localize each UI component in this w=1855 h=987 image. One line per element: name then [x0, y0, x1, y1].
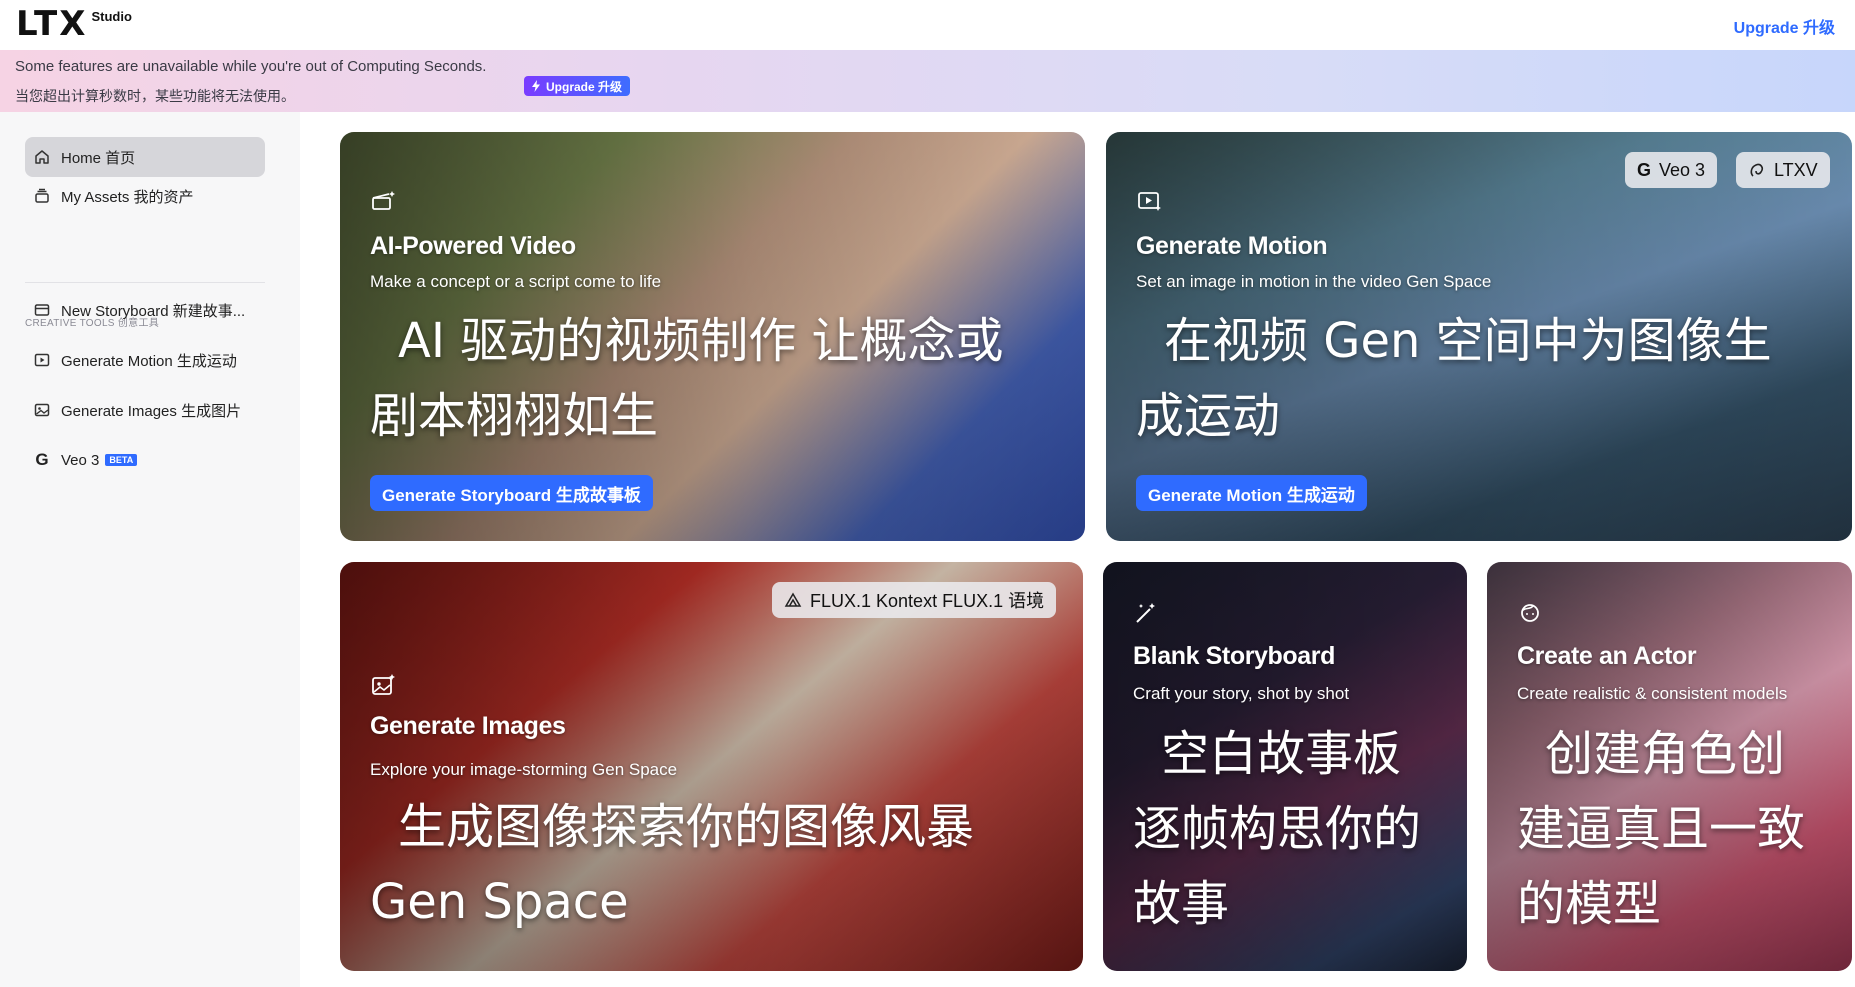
sidebar-item-veo-3[interactable]: G Veo 3 BETA [25, 440, 265, 480]
card-subtitle: Set an image in motion in the video Gen … [1136, 272, 1492, 291]
card-translation: 生成图像探索你的图像风暴 Gen Space [370, 799, 975, 930]
image-sparkle-icon [370, 672, 396, 698]
top-bar: LTX Studio Upgrade 升级 [0, 0, 1855, 50]
card-title: Generate Motion [1136, 232, 1328, 260]
card-title: Create an Actor [1517, 642, 1697, 670]
sidebar-item-generate-motion[interactable]: Generate Motion 生成运动 [25, 340, 265, 380]
card-subtitle: Explore your image-storming Gen Space [370, 760, 678, 779]
sidebar-item-home[interactable]: Home 首页 [25, 137, 265, 177]
banner-message-zh: 当您超出计算秒数时，某些功能将无法使用。 [15, 88, 295, 104]
sidebar-item-my-assets[interactable]: My Assets 我的资产 [25, 176, 265, 216]
logo-subtext: Studio [91, 9, 132, 24]
video-sparkle-icon [1136, 188, 1162, 214]
flux-kontext-chip[interactable]: FLUX.1 Kontext FLUX.1 语境 [772, 582, 1057, 618]
chip-label: FLUX.1 Kontext FLUX.1 语境 [810, 591, 1045, 611]
ltx-studio-logo[interactable]: LTX Studio [16, 6, 132, 42]
card-subtitle: Craft your story, shot by shot [1133, 684, 1350, 703]
card-subtitle: Create realistic & consistent models [1517, 684, 1788, 703]
flux-icon [784, 592, 802, 607]
ltxv-chip[interactable]: LTXV [1736, 152, 1830, 188]
banner-upgrade-button[interactable]: Upgrade 升级 [524, 76, 631, 96]
sidebar: Home 首页 My Assets 我的资产 CREATIVE TOOLS 创意… [0, 112, 300, 987]
card-blank-storyboard[interactable]: Blank Storyboard Craft your story, shot … [1103, 562, 1467, 971]
card-translation: 在视频 Gen 空间中为图像生成运动 [1136, 313, 1772, 444]
card-title: AI-Powered Video [370, 232, 576, 260]
card-translation: 创建角色创建逼真且一致的模型 [1517, 726, 1806, 932]
chip-label: LTXV [1774, 159, 1818, 180]
generate-motion-button[interactable]: Generate Motion 生成运动 [1136, 475, 1367, 511]
chip-label: Veo 3 [1659, 159, 1706, 180]
sidebar-item-label: New Storyboard 新建故事... [61, 302, 246, 320]
sidebar-item-label: Veo 3 [61, 451, 100, 469]
sidebar-item-label: Generate Motion 生成运动 [61, 352, 237, 370]
card-title: Generate Images [370, 712, 566, 740]
assets-icon [33, 187, 51, 205]
veo-3-chip[interactable]: G Veo 3 [1625, 152, 1718, 188]
motion-icon [33, 351, 51, 369]
sidebar-item-generate-images[interactable]: Generate Images 生成图片 [25, 390, 265, 430]
google-icon: G [1637, 159, 1652, 180]
beta-badge: BETA [105, 454, 138, 466]
card-create-actor[interactable]: Create an Actor Create realistic & consi… [1487, 562, 1852, 971]
card-title: Blank Storyboard [1133, 642, 1335, 670]
card-translation: 空白故事板逐帧构思你的故事 [1133, 726, 1422, 932]
header-upgrade-link[interactable]: Upgrade 升级 [1734, 14, 1835, 38]
sidebar-item-label: Home 首页 [61, 149, 136, 167]
sidebar-item-label: My Assets 我的资产 [61, 188, 194, 206]
lightning-icon [532, 80, 540, 92]
storyboard-icon [33, 301, 51, 319]
card-subtitle: Make a concept or a script come to life [370, 272, 662, 291]
magic-wand-icon [1133, 600, 1159, 626]
banner-message-en: Some features are unavailable while you'… [15, 58, 487, 75]
google-icon: G [35, 450, 49, 469]
card-ai-powered-video[interactable]: AI-Powered Video Make a concept or a scr… [340, 132, 1085, 541]
logo-text: LTX [16, 4, 88, 44]
sidebar-item-label: Generate Images 生成图片 [61, 402, 242, 420]
home-icon [33, 148, 51, 166]
card-generate-images[interactable]: FLUX.1 Kontext FLUX.1 语境 Generate Images… [340, 562, 1083, 971]
card-generate-motion[interactable]: G Veo 3 LTXV Generate Motion Set an imag… [1106, 132, 1852, 541]
clapperboard-sparkle-icon [370, 188, 396, 214]
generate-storyboard-button[interactable]: Generate Storyboard 生成故事板 [370, 475, 653, 511]
actor-face-icon [1517, 600, 1543, 626]
card-translation: AI 驱动的视频制作 让概念或剧本栩栩如生 [370, 313, 1004, 444]
sidebar-item-new-storyboard[interactable]: New Storyboard 新建故事... [25, 290, 265, 330]
images-icon [33, 401, 51, 419]
ltxv-icon [1750, 163, 1763, 177]
computing-seconds-banner: Some features are unavailable while you'… [0, 50, 1855, 112]
banner-upgrade-label: Upgrade 升级 [546, 79, 623, 94]
sidebar-divider [25, 282, 265, 283]
